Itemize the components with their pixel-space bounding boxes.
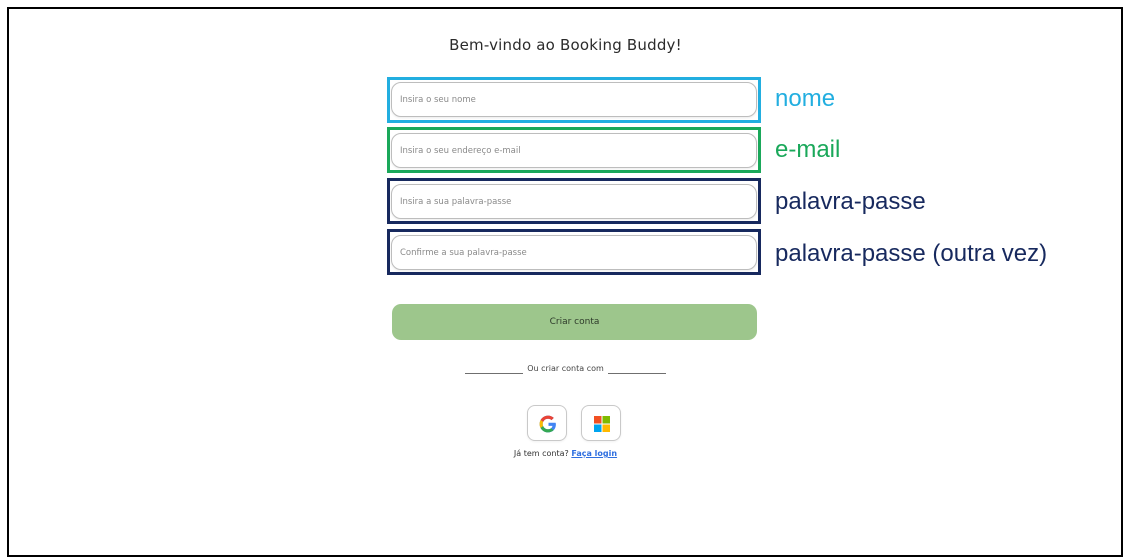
google-signup-button[interactable] xyxy=(527,405,567,441)
login-link[interactable]: Faça login xyxy=(571,449,617,458)
google-icon xyxy=(539,415,556,433)
name-input[interactable] xyxy=(391,82,757,117)
password-annotation-label: palavra-passe xyxy=(775,188,926,215)
divider-text: Ou criar conta com xyxy=(527,364,604,373)
microsoft-icon xyxy=(594,416,610,432)
password-input[interactable] xyxy=(391,184,757,219)
name-annotation-label: nome xyxy=(775,85,836,112)
login-prompt-text: Já tem conta? xyxy=(513,449,569,458)
alt-signup-divider: Ou criar conta com xyxy=(0,364,1131,374)
divider-line-right xyxy=(607,373,666,374)
create-account-button[interactable]: Criar conta xyxy=(392,304,757,340)
email-input[interactable] xyxy=(391,133,757,168)
confirm-password-input[interactable] xyxy=(391,235,757,270)
login-prompt: Já tem conta? Faça login xyxy=(0,449,1131,458)
confirm-password-annotation-label: palavra-passe (outra vez) xyxy=(775,240,1048,267)
email-annotation-label: e-mail xyxy=(775,136,841,163)
page-title: Bem-vindo ao Booking Buddy! xyxy=(449,36,682,54)
microsoft-signup-button[interactable] xyxy=(581,405,621,441)
divider-line-left xyxy=(465,373,524,374)
